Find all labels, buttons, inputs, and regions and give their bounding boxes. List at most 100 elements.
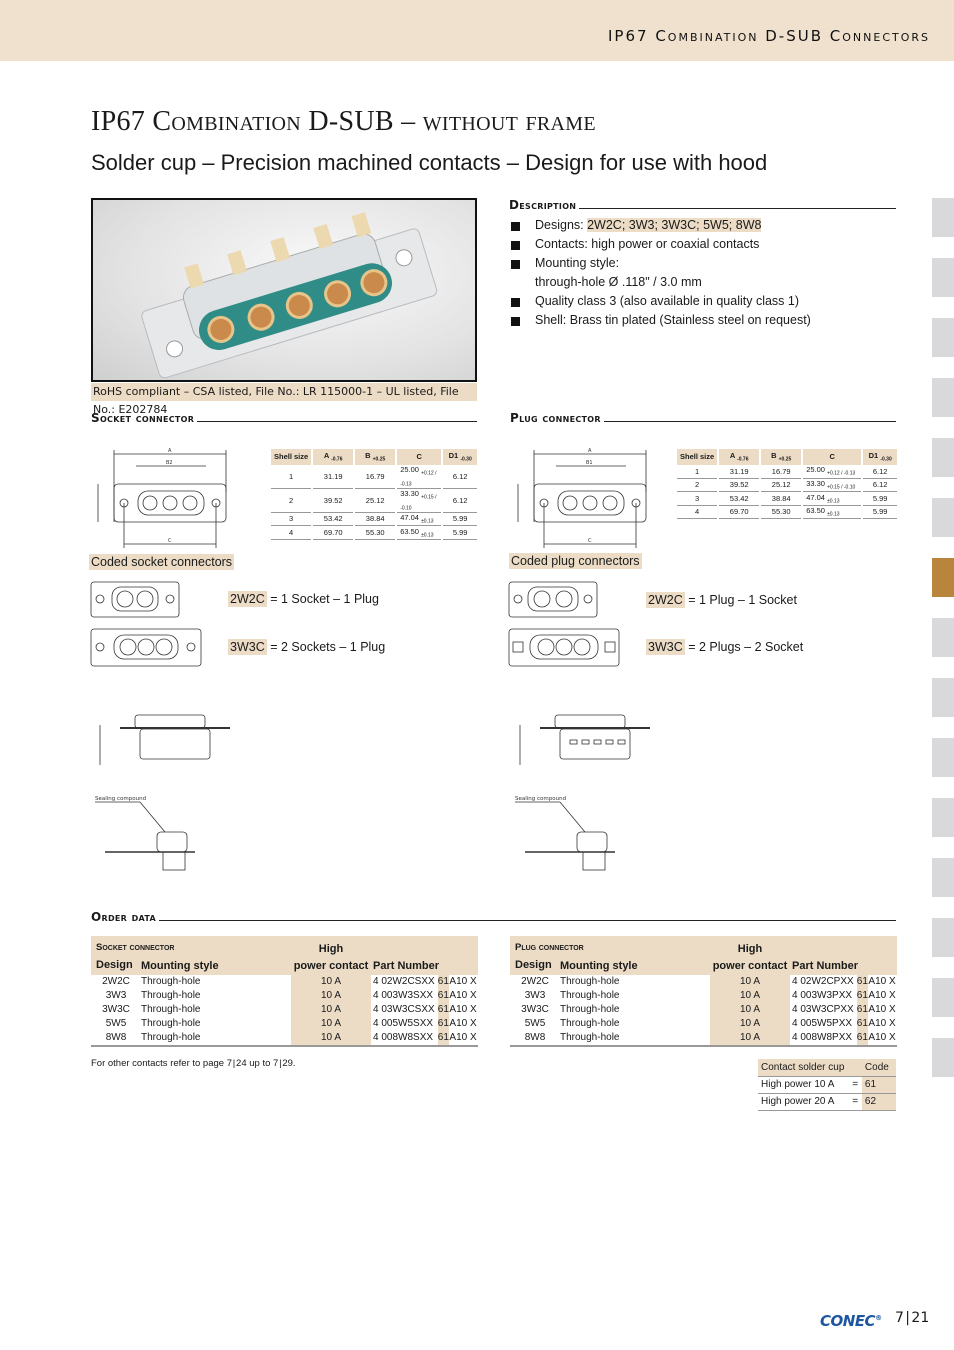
col-power-contact: power contact [291,956,371,975]
coded-plug-3w3c-drawing [508,628,620,667]
other-contacts-note: For other contacts refer to page 7 | 24 … [91,1058,296,1069]
coded-plug-2w2c: 2W2C = 1 Plug – 1 Socket [646,592,797,608]
socket-heading-text: Socket connector [91,411,195,425]
table-row: 3 53.42 38.84 47.04 ±0.13 5.99 [271,512,480,526]
product-photo [91,198,477,382]
page-number: 7 | 21 [895,1310,930,1326]
chapter-tab[interactable] [932,738,954,777]
table-row: 2W2C Through-hole 10 A4 02W2CSXX 61 A10 X [102,975,477,989]
designs-label: Designs: [535,218,588,232]
col-b: B +0.25 [760,449,804,465]
coded-socket-3w3c: 3W3C = 2 Sockets – 1 Plug [228,639,386,655]
dim-label-a: A [168,448,172,454]
mounting-detail: through-hole Ø .118" / 3.0 mm [535,275,702,289]
socket-dimension-table: Shell size A -0.76 B +0.25 C D1 -0.30 13… [271,449,480,540]
chapter-tab[interactable] [932,858,954,897]
col-contact-solder-cup: Contact solder cup [758,1059,862,1077]
coded-socket-2w2c-drawing [90,581,180,618]
col-c: C [396,449,444,465]
bullet-icon [511,222,520,231]
col-part-number: Part Number [790,956,897,975]
table-row: 4 69.70 55.30 63.50 ±0.13 5.99 [271,525,480,540]
designs-value: 2W2C; 3W3; 3W3C; 5W5; 8W8 [587,218,762,232]
coded-plug-3w3c: 3W3C = 2 Plugs – 2 Socket [646,639,804,655]
table-row: 2 39.52 25.12 33.30 +0.15 / -0.10 6.12 [677,478,900,492]
chapter-tab[interactable] [932,618,954,657]
table-row: 2 39.52 25.12 33.30 +0.15 / -0.10 6.12 [271,488,480,513]
chapter-tab[interactable] [932,678,954,717]
socket-side-drawing [99,714,230,765]
order-data-heading: Order data [91,910,896,924]
table-row: 8W8 Through-hole 10 A4 008W8PXX 61 A10 X [510,1031,897,1047]
col-high: High [291,936,371,956]
plug-heading-text: Plug connector [510,411,601,425]
coded-socket-heading: Coded socket connectors [89,554,235,570]
socket-heading: Socket connector [91,411,477,425]
coded-plug-heading: Coded plug connectors [509,553,642,569]
chapter-tab[interactable] [932,438,954,477]
chapter-tab[interactable] [932,978,954,1017]
contact-code-table: Contact solder cup Code High power 10 A = 6… [758,1059,896,1111]
table-row: 3 53.42 38.84 47.04 ±0.13 5.99 [677,491,900,506]
table-row: 3W3C Through-hole 10 A4 03W3CSXX 61 A10 X [102,1003,477,1017]
description-list: Designs: 2W2C; 3W3; 3W3C; 5W5; 8W8 Conta… [511,216,901,330]
mounting-text: Mounting style: [535,256,620,270]
chapter-tab[interactable] [932,918,954,957]
header-title: IP67 Combination D-SUB Connectors [608,27,930,45]
dim-label-c: C [588,538,592,544]
socket-order-title: Socket connector [91,936,291,956]
col-a: A -0.76 [718,449,762,465]
col-shell-size: Shell size [677,449,720,465]
chapter-tab[interactable] [932,498,954,537]
shell-text: Shell: Brass tin plated (Stainless steel… [535,313,811,327]
coded-socket-3w3c-drawing [90,628,202,667]
dim-label-b: B1 [586,460,593,466]
description-item: Contacts: high power or coaxial contacts [511,235,901,254]
table-row: 5W5 Through-hole 10 A4 005W5PXX 61 A10 X [524,1017,896,1031]
sealing-compound-label: Sealing compound [95,796,146,802]
plug-order-title: Plug connector [510,936,710,956]
coded-socket-2w2c: 2W2C = 1 Socket – 1 Plug [228,591,379,607]
chapter-tab[interactable] [932,258,954,297]
description-item: Designs: 2W2C; 3W3; 3W3C; 5W5; 8W8 [511,216,901,235]
chapter-tab[interactable] [932,378,954,417]
table-row: 1 31.19 16.79 25.00 +0.12 / -0.13 6.12 [271,464,480,489]
description-heading: Description [509,198,896,212]
col-part-number: Part Number [371,956,478,975]
table-row: 5W5 Through-hole 10 A4 005W5SXX 61 A10 X [105,1017,477,1031]
col-b: B +0.25 [354,449,398,465]
plug-dimension-drawing: A B1 C [517,448,647,548]
plug-order-table: Plug connector High Design Mounting styl… [510,936,897,1047]
col-mounting-style: Mounting style [560,956,710,975]
col-d1: D1 -0.30 [862,449,900,465]
dim-label-b: B2 [166,460,173,466]
socket-dimension-drawing: A B2 C [97,448,227,548]
col-design: Design [510,956,560,975]
table-row: 3W3 Through-hole 10 A4 003W3SXX 61 A10 X [105,989,477,1003]
table-row: High power 20 A = 62 [758,1093,896,1111]
chapter-tab[interactable] [932,1038,954,1077]
plug-side-drawing [519,714,650,765]
description-item: Mounting style: through-hole Ø .118" / 3.… [511,254,901,292]
bullet-icon [511,317,520,326]
contacts-text: Contacts: high power or coaxial contacts [535,237,760,251]
col-mounting-style: Mounting style [141,956,291,975]
chapter-tab[interactable] [932,318,954,357]
table-row: 3W3 Through-hole 10 A4 003W3PXX 61 A10 X [524,989,896,1003]
sealing-compound-label: Sealing compound [515,796,566,802]
connector-illustration [141,212,438,379]
col-design: Design [91,956,141,975]
table-row: 8W8 Through-hole 10 A4 008W8SXX 61 A10 X [91,1031,478,1047]
table-row: High power 10 A = 61 [758,1076,896,1094]
conec-logo: CONEC® [820,1312,882,1330]
chapter-tab[interactable] [932,198,954,237]
plug-dimension-table: Shell size A -0.76 B +0.25 C D1 -0.30 13… [677,449,900,519]
chapter-tab-active[interactable] [932,558,954,597]
col-shell-size: Shell size [271,449,314,465]
col-power-contact: power contact [710,956,790,975]
chapter-tab[interactable] [932,798,954,837]
socket-section-drawing: Sealing compound [95,796,195,871]
plug-heading: Plug connector [510,411,896,425]
coded-plug-2w2c-drawing [508,581,598,618]
description-heading-text: Description [509,198,577,212]
